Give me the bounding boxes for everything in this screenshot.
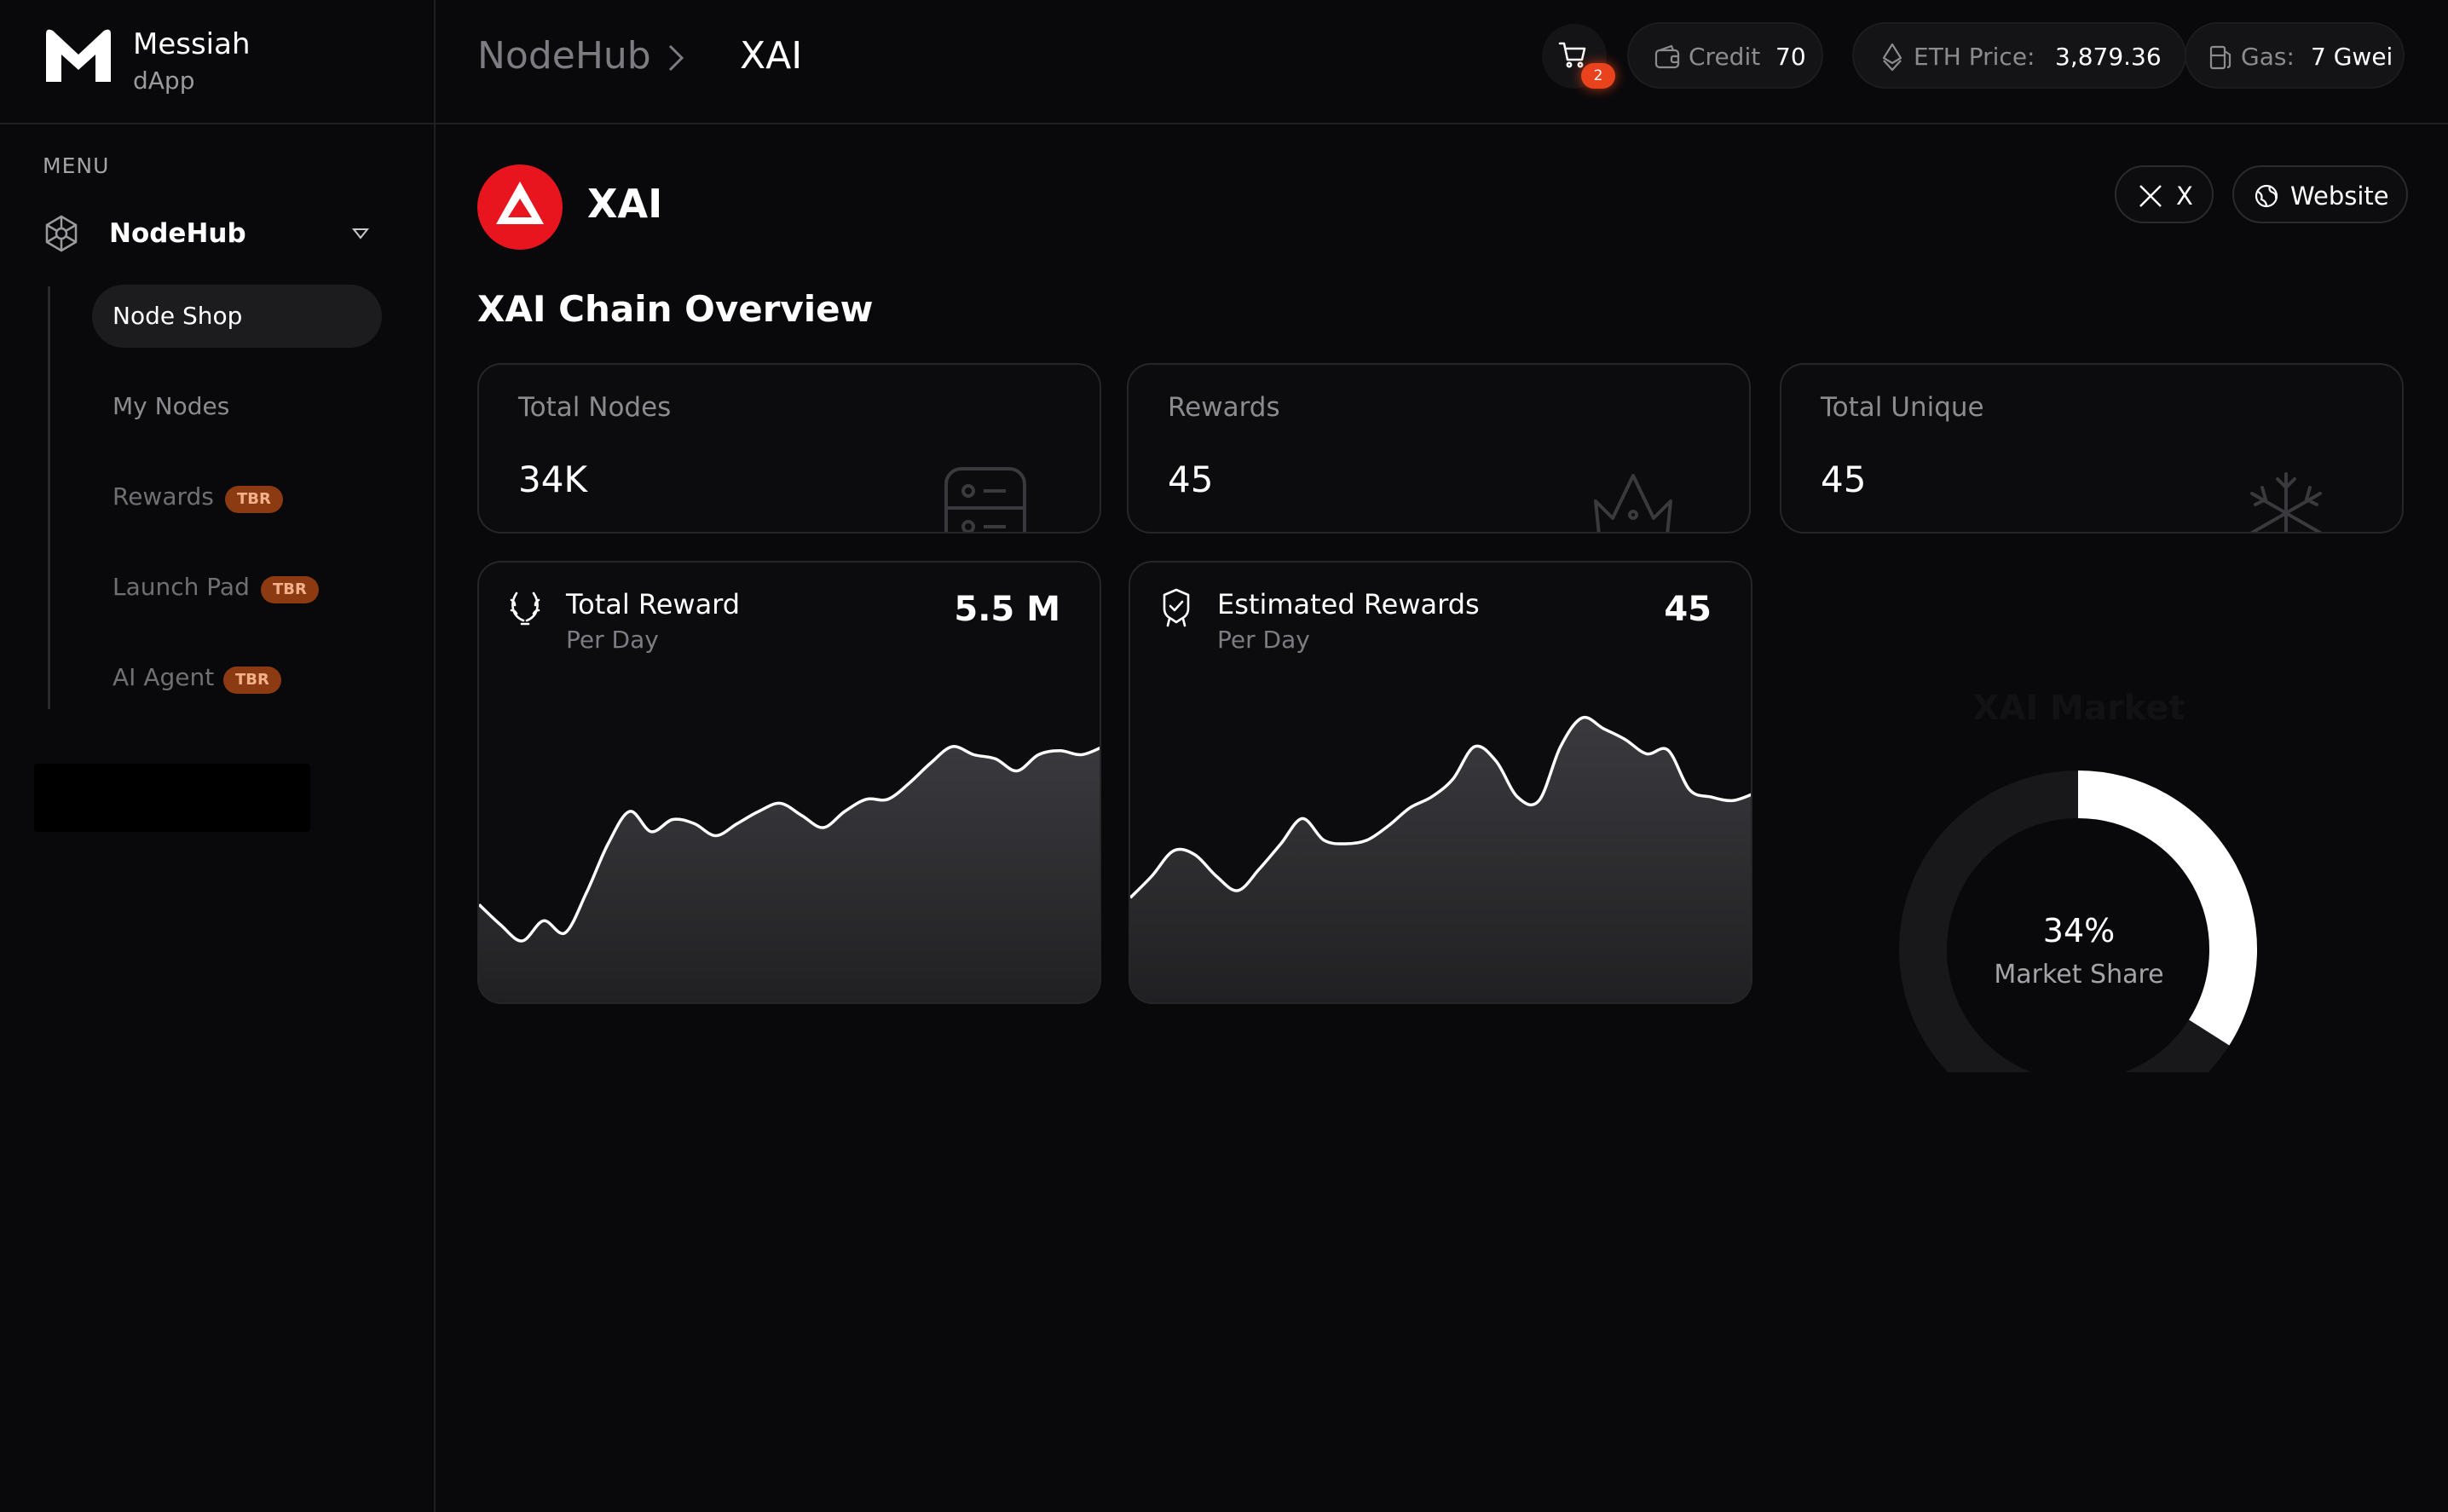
stat-card-rewards: Rewards 45 xyxy=(1127,363,1751,534)
credit-label: Credit xyxy=(1689,43,1761,71)
sidebar-item-label: My Nodes xyxy=(113,392,230,420)
chart-area-fill xyxy=(1130,717,1751,1002)
brand-subtitle: dApp xyxy=(133,66,195,95)
market-share-caption: Market Share xyxy=(1994,960,2164,990)
eth-price-pill[interactable]: ETH Price: 3,879.36 xyxy=(1852,22,2186,89)
sidebar-item-label: AI Agent xyxy=(113,663,215,691)
sidebar-item-rewards[interactable]: Rewards TBR xyxy=(92,465,382,528)
sidebar-item-node-shop[interactable]: Node Shop xyxy=(92,285,382,348)
eth-price-value: 3,879.36 xyxy=(2055,43,2162,71)
badge-check-icon xyxy=(1163,588,1190,627)
server-icon xyxy=(944,467,1026,532)
snowflake-icon xyxy=(2250,472,2322,532)
xai-token-logo xyxy=(477,164,563,250)
market-share-percent: 34% xyxy=(2042,912,2116,949)
token-name: XAI xyxy=(587,181,663,227)
ethereum-icon xyxy=(1882,43,1902,72)
donut-chart xyxy=(1899,770,2257,1072)
stat-card-total-nodes: Total Nodes 34K xyxy=(477,363,1101,534)
wallet-icon xyxy=(1654,44,1680,69)
chevron-down-icon xyxy=(351,228,370,239)
chart-subtitle: Per Day xyxy=(1217,626,1310,654)
chart-value: 45 xyxy=(1664,590,1712,629)
main-content: XAI X Website XAI Chain Overview Total N… xyxy=(436,126,2448,1512)
top-header: NodeHub XAI 2 Credit 70 ETH Price: 3,879… xyxy=(436,0,2448,124)
gas-pill[interactable]: Gas: 7 Gwei xyxy=(2185,22,2405,89)
website-link-label: Website xyxy=(2290,182,2389,211)
sidebar-item-label: Rewards xyxy=(113,482,214,511)
chart-title: Total Reward xyxy=(566,588,741,620)
credit-value: 70 xyxy=(1775,43,1806,71)
nav-tree-line xyxy=(48,286,50,709)
sidebar-item-launch-pad[interactable]: Launch Pad TBR xyxy=(92,556,382,619)
brand-name: Messiah xyxy=(133,27,251,61)
cart-count-badge: 2 xyxy=(1581,63,1615,89)
chart-card-estimated-rewards: Estimated Rewards Per Day 45 xyxy=(1129,561,1752,1004)
chart-value: 5.5 M xyxy=(954,590,1060,629)
chart-card-total-reward: Total Reward Per Day 5.5 M xyxy=(477,561,1101,1004)
gas-label: Gas: xyxy=(2241,43,2295,71)
stat-label: Total Nodes xyxy=(518,392,672,423)
x-logo-icon xyxy=(2139,185,2162,207)
crown-icon xyxy=(1594,474,1672,532)
stat-value: 34K xyxy=(518,459,587,500)
laurel-icon xyxy=(510,592,540,626)
menu-label: MENU xyxy=(43,153,110,178)
x-link-button[interactable]: X xyxy=(2115,165,2214,223)
messiah-logo-icon xyxy=(46,29,111,82)
chart-title: Estimated Rewards xyxy=(1217,588,1480,620)
sidebar-item-ai-agent[interactable]: AI Agent TBR xyxy=(92,646,382,709)
sidebar-item-label: Launch Pad xyxy=(113,573,250,601)
sidebar-item-my-nodes[interactable]: My Nodes xyxy=(92,375,382,438)
stat-label: Rewards xyxy=(1168,392,1280,423)
section-title: XAI Chain Overview xyxy=(477,288,874,330)
market-share-panel: XAI Market 34% Market Share xyxy=(1772,561,2386,1072)
status-badge: TBR xyxy=(261,576,319,603)
chart-subtitle: Per Day xyxy=(566,626,659,654)
brand[interactable]: Messiah dApp xyxy=(43,24,401,101)
divider xyxy=(0,123,436,124)
stat-value: 45 xyxy=(1821,459,1867,500)
stat-label: Total Unique xyxy=(1821,392,1984,423)
sidebar-item-nodehub[interactable]: NodeHub xyxy=(38,210,378,261)
credit-pill[interactable]: Credit 70 xyxy=(1627,22,1823,89)
status-badge: TBR xyxy=(225,486,283,513)
stat-card-total-unique: Total Unique 45 xyxy=(1780,363,2404,534)
sidebar-item-label: Node Shop xyxy=(113,302,243,330)
x-link-label: X xyxy=(2176,182,2193,211)
eth-price-label: ETH Price: xyxy=(1914,43,2035,71)
chart-area-fill xyxy=(479,746,1100,1002)
breadcrumb-item-current: XAI xyxy=(740,34,803,78)
stat-value: 45 xyxy=(1168,459,1214,500)
website-link-button[interactable]: Website xyxy=(2232,165,2408,223)
status-badge: TBR xyxy=(223,667,281,694)
sidebar-item-label: NodeHub xyxy=(109,218,246,249)
chevron-right-icon xyxy=(668,44,684,72)
wallet-connect-area[interactable] xyxy=(34,764,310,832)
gas-value: 7 Gwei xyxy=(2311,43,2393,71)
breadcrumb-item-nodehub[interactable]: NodeHub xyxy=(477,34,651,78)
cart-icon xyxy=(1558,42,1586,68)
cart-button[interactable]: 2 xyxy=(1542,24,1615,89)
sidebar: Messiah dApp MENU NodeHub Node Shop My N… xyxy=(0,0,436,1512)
fuel-pump-icon xyxy=(2209,45,2231,70)
globe-icon xyxy=(2255,184,2278,208)
network-hub-icon xyxy=(45,215,78,252)
